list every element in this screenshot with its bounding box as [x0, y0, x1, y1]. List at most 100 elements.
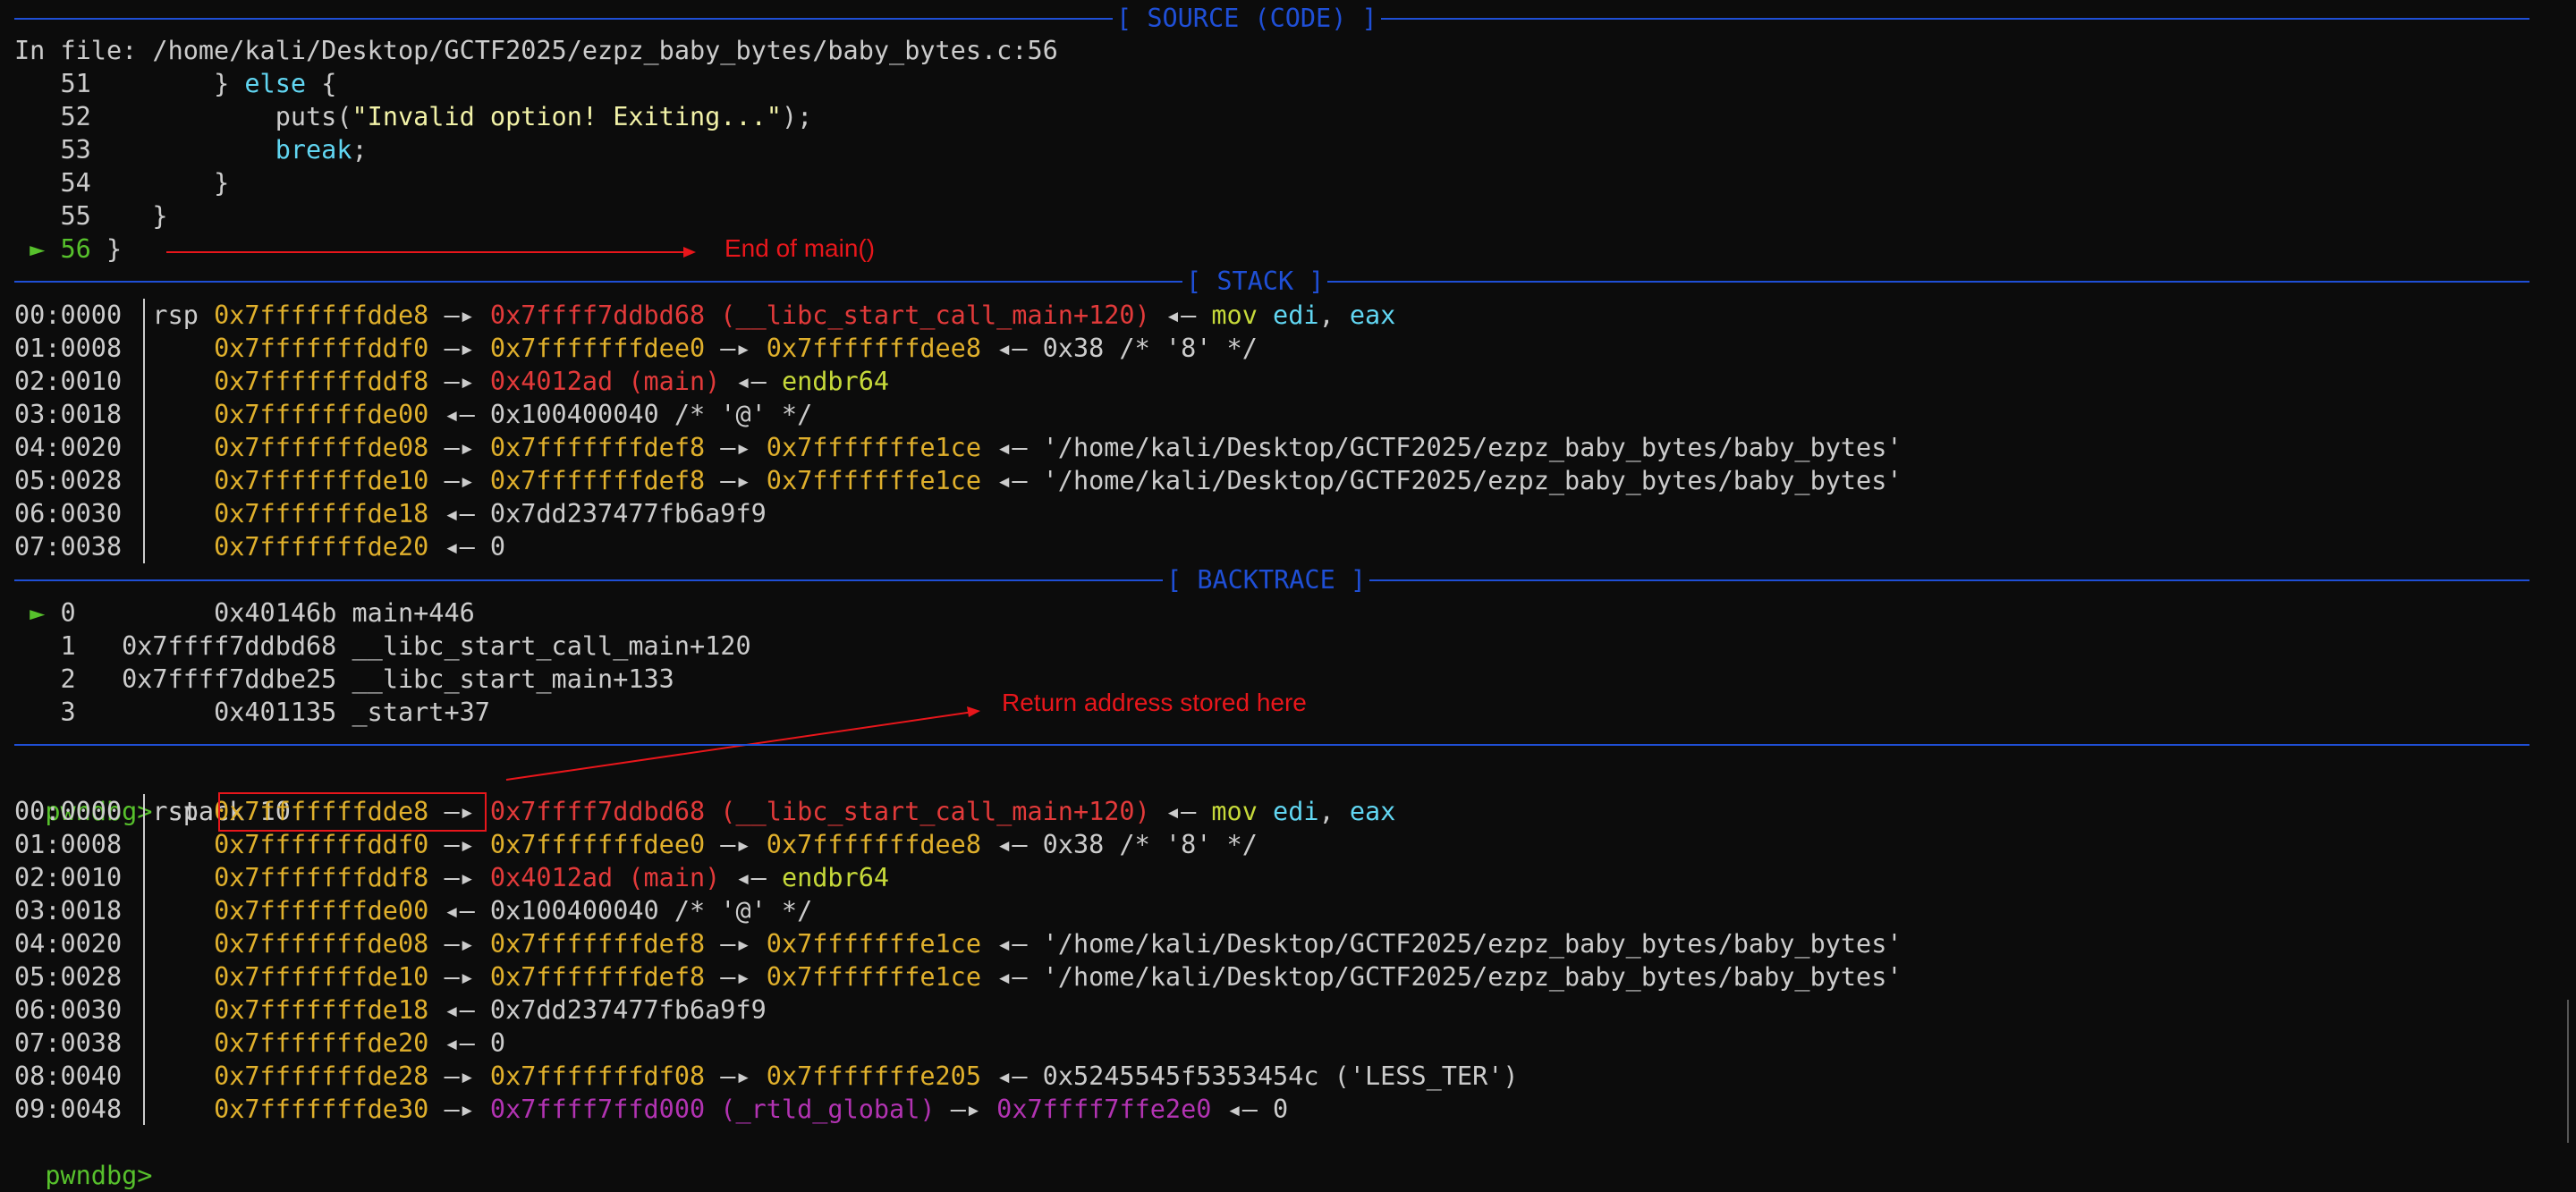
- code-text: );: [781, 102, 813, 131]
- register-label: [122, 367, 214, 396]
- stack-section-title: [ STACK ]: [1182, 265, 1328, 298]
- stack-address: 0x7fffffffde20: [214, 1028, 429, 1058]
- frame-index: 2: [14, 664, 76, 694]
- frame-address: 0x7ffff7ddbe25: [75, 664, 352, 694]
- stack-row: 04:0020 0x7fffffffde08 —▸ 0x7fffffffdef8…: [14, 927, 1902, 960]
- stack-row: 06:0030 0x7fffffffde18 ◂— 0x7dd237477fb6…: [14, 993, 767, 1027]
- stack-separator: [ STACK ]: [14, 265, 2529, 298]
- pointer-value: 0x7fffffffdee0: [489, 334, 706, 363]
- pointer-arrow: —▸: [428, 863, 490, 892]
- register-label: [122, 1095, 214, 1124]
- deref-arrow: ◂—: [981, 929, 1043, 959]
- pointer-arrow: —▸: [705, 830, 767, 859]
- stack-row: 07:0038 0x7fffffffde20 ◂— 0: [14, 530, 505, 563]
- stack-row: 07:0038 0x7fffffffde20 ◂— 0: [14, 1027, 505, 1060]
- register-label: [122, 1028, 214, 1058]
- source-line: 51 } else {: [14, 67, 336, 100]
- stack-row: 03:0018 0x7fffffffde00 ◂— 0x100400040 /*…: [14, 894, 812, 927]
- stack-offset: 09:0048: [14, 1095, 123, 1124]
- pointer-arrow: —▸: [428, 300, 490, 330]
- pointer-arrow: —▸: [705, 929, 767, 959]
- code-text: }: [90, 201, 168, 231]
- deref-value: '/home/kali/Desktop/GCTF2025/ezpz_baby_b…: [1042, 433, 1902, 462]
- deref-value: 0x38 /* '8' */: [1042, 334, 1258, 363]
- frame-symbol: _start+37: [352, 697, 490, 727]
- end-of-main-annotation: End of main(): [724, 234, 876, 262]
- pointer-arrow: —▸: [428, 962, 490, 992]
- deref-value: 0x38 /* '8' */: [1042, 830, 1258, 859]
- register-label: [122, 863, 214, 892]
- line-number: 55: [14, 201, 91, 231]
- final-prompt[interactable]: pwndbg>: [14, 1126, 152, 1190]
- register-label: [122, 466, 214, 495]
- command-separator: [14, 728, 2529, 761]
- deref-value: 0: [489, 532, 506, 562]
- stack-offset: 00:0000: [14, 797, 123, 826]
- deref-value: 0: [1273, 1095, 1289, 1124]
- stack-address: 0x7fffffffde28: [214, 1061, 429, 1091]
- register-label: [122, 1061, 214, 1091]
- final-prompt-label: pwndbg>: [45, 1161, 153, 1190]
- instruction: endbr64: [781, 863, 890, 892]
- deref-arrow: ◂—: [1149, 797, 1212, 826]
- stack-offset: 04:0020: [14, 929, 123, 959]
- register-label: rsp: [122, 797, 215, 826]
- pointer-value: 0x7fffffffdf08: [489, 1061, 706, 1091]
- pointer-value: 0x7fffffffe1ce: [766, 962, 981, 992]
- source-separator: [ SOURCE (CODE) ]: [14, 2, 2529, 35]
- pointer-value: 0x7fffffffe1ce: [766, 466, 981, 495]
- pointer-arrow: —▸: [428, 830, 490, 859]
- frame-index: 3: [14, 697, 76, 727]
- stack-address: 0x7fffffffde00: [214, 896, 429, 926]
- source-line: 54 }: [14, 166, 229, 199]
- stack-address: 0x7fffffffde08: [214, 929, 429, 959]
- scrollbar[interactable]: [2567, 1000, 2569, 1143]
- command-line[interactable]: pwndbg> stack 10: [14, 762, 291, 826]
- code-text: }: [90, 168, 230, 198]
- deref-arrow: ◂—: [981, 466, 1043, 495]
- pointer-arrow: —▸: [428, 466, 490, 495]
- stack-row: 05:0028 0x7fffffffde10 —▸ 0x7fffffffdef8…: [14, 464, 1902, 497]
- deref-arrow: ◂—: [1211, 1095, 1274, 1124]
- pointer-value: 0x7fffffffdef8: [489, 466, 706, 495]
- deref-value: '/home/kali/Desktop/GCTF2025/ezpz_baby_b…: [1042, 466, 1902, 495]
- pointer-value: 0x7fffffffdef8: [489, 929, 706, 959]
- register-label: [122, 929, 214, 959]
- stack-address: 0x7fffffffde08: [214, 433, 429, 462]
- deref-arrow: ◂—: [428, 896, 490, 926]
- operand: edi: [1273, 300, 1319, 330]
- source-file-line: In file: /home/kali/Desktop/GCTF2025/ezp…: [14, 36, 1058, 65]
- deref-value: 0: [489, 1028, 506, 1058]
- source-line: ► 56 }: [14, 232, 122, 266]
- stack-address: 0x7fffffffde18: [214, 995, 429, 1025]
- register-label: [122, 433, 214, 462]
- pointer-value: 0x7ffff7ffd000 (_rtld_global): [489, 1095, 936, 1124]
- stack-address: 0x7fffffffde30: [214, 1095, 429, 1124]
- backtrace-separator: [ BACKTRACE ]: [14, 563, 2529, 596]
- deref-value: 0x5245545f5353454c ('LESS_TER'): [1042, 1061, 1519, 1091]
- source-line: 55 }: [14, 199, 168, 232]
- stack-row: 02:0010 0x7fffffffddf8 —▸ 0x4012ad (main…: [14, 365, 889, 398]
- pointer-value: 0x7fffffffdee8: [766, 334, 981, 363]
- stack-row: 02:0010 0x7fffffffddf8 —▸ 0x4012ad (main…: [14, 861, 889, 894]
- deref-value: 0x100400040 /* '@' */: [489, 896, 813, 926]
- deref-arrow: ◂—: [720, 367, 782, 396]
- stack-offset: 08:0040: [14, 1061, 123, 1091]
- pointer-arrow: —▸: [705, 1061, 767, 1091]
- register-label: [122, 995, 214, 1025]
- frame-symbol: __libc_start_main+133: [352, 664, 674, 694]
- current-frame-marker: ►: [14, 598, 61, 628]
- pointer-arrow: —▸: [428, 929, 490, 959]
- stack-row: 09:0048 0x7fffffffde30 —▸ 0x7ffff7ffd000…: [14, 1093, 1288, 1126]
- stack-row: 06:0030 0x7fffffffde18 ◂— 0x7dd237477fb6…: [14, 497, 767, 530]
- pointer-value: 0x4012ad (main): [489, 863, 721, 892]
- stack-offset: 02:0010: [14, 367, 123, 396]
- stack-row: 00:0000 rsp 0x7fffffffdde8 —▸ 0x7ffff7dd…: [14, 300, 1396, 330]
- frame-symbol: main+446: [352, 598, 475, 628]
- pointer-value: 0x7fffffffdee8: [766, 830, 981, 859]
- stack-address: 0x7fffffffdde8: [214, 300, 429, 330]
- pointer-arrow: —▸: [428, 367, 490, 396]
- pointer-value: 0x7fffffffe1ce: [766, 929, 981, 959]
- stack-offset: 02:0010: [14, 863, 123, 892]
- operand: edi: [1273, 797, 1319, 826]
